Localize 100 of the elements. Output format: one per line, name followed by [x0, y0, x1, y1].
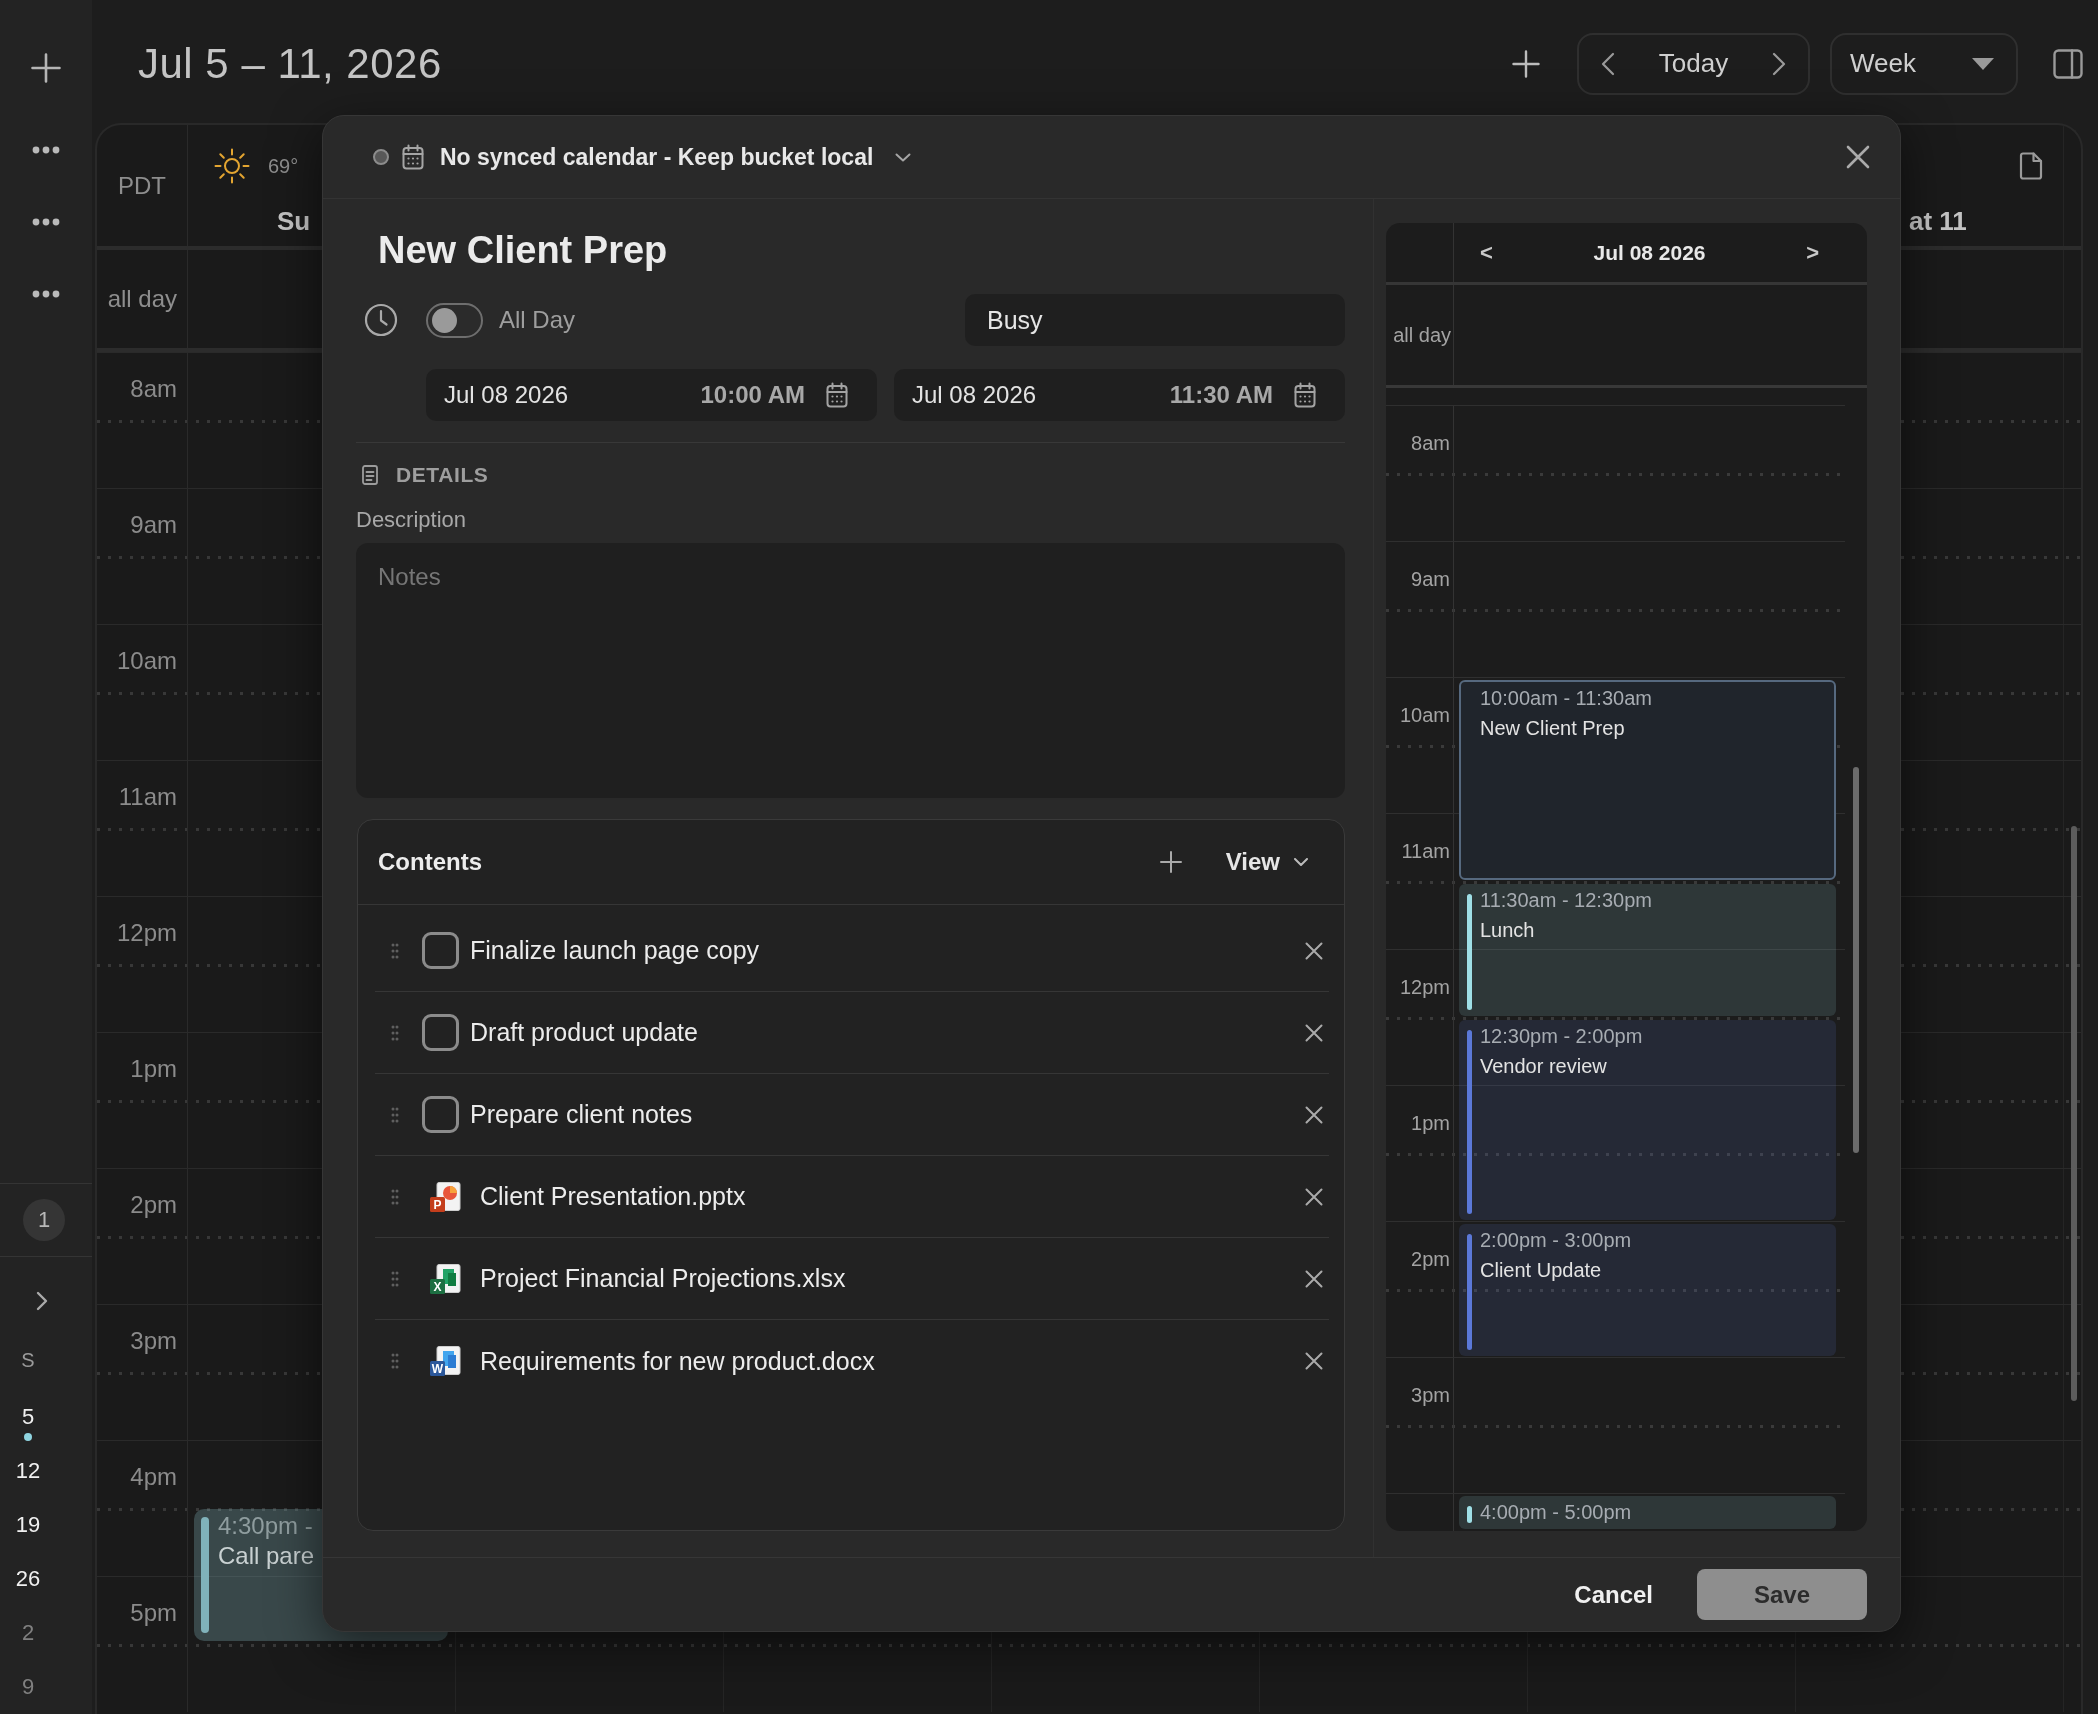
temperature-text: 69° [268, 154, 299, 178]
more-icon[interactable] [32, 146, 60, 154]
hour-label: 3pm [130, 1327, 177, 1354]
calendar-day[interactable]: 5 [21, 1405, 35, 1429]
close-icon[interactable] [1305, 941, 1323, 960]
hour-label: 12pm [116, 919, 177, 946]
hour-label: 1pm [1411, 1112, 1450, 1134]
status-dot-icon [373, 149, 389, 165]
file-name[interactable]: Client Presentation.pptx [480, 1182, 746, 1211]
all-day-toggle[interactable] [426, 302, 483, 338]
hour-label: 4pm [130, 1463, 177, 1490]
clock-icon [364, 303, 398, 337]
checkbox[interactable] [422, 1096, 459, 1133]
event-title: Lunch [1480, 918, 1535, 943]
date-range-title: Jul 5 – 11, 2026 [138, 39, 442, 88]
scrollbar-thumb[interactable] [2071, 826, 2077, 1401]
calendar-icon[interactable] [826, 382, 848, 408]
chevron-left-icon[interactable] [1601, 51, 1615, 76]
all-day-label: all day [1393, 323, 1451, 347]
calendar-day[interactable]: 19 [15, 1513, 41, 1537]
document-icon [362, 465, 378, 485]
file-name[interactable]: Project Financial Projections.xlsx [480, 1264, 846, 1293]
hour-label: 8am [130, 375, 177, 402]
notes-field[interactable]: Notes [356, 543, 1345, 798]
hour-label: 10am [1399, 704, 1450, 726]
chevron-right-icon[interactable] [1772, 51, 1786, 76]
drag-handle-icon[interactable] [391, 1188, 399, 1205]
previous-day-button[interactable]: < [1480, 239, 1493, 266]
day-view-date: Jul 08 2026 [1593, 240, 1706, 265]
end-datetime-field[interactable]: Jul 08 2026 11:30 AM [894, 369, 1345, 421]
hour-label: 10am [116, 647, 177, 674]
checkbox[interactable] [422, 1014, 459, 1051]
calendar-day[interactable]: 9 [21, 1675, 35, 1699]
event-time: 2:00pm - 3:00pm [1480, 1228, 1632, 1253]
chevron-right-icon[interactable] [36, 1291, 48, 1311]
details-heading: DETAILS [396, 463, 489, 487]
dialog-title[interactable]: New Client Prep [378, 226, 668, 274]
file-name[interactable]: Requirements for new product.docx [480, 1346, 875, 1376]
event-block[interactable]: 12:30pm - 2:00pm Vendor review [1459, 1020, 1836, 1220]
hour-label: 3pm [1411, 1384, 1450, 1406]
time-text: 10:00 AM [700, 381, 805, 409]
plus-icon[interactable] [1512, 49, 1540, 78]
close-icon[interactable] [1305, 1269, 1323, 1288]
next-day-button[interactable]: > [1806, 239, 1819, 266]
all-day-label: All Day [499, 306, 576, 334]
plus-icon[interactable] [31, 53, 61, 83]
hour-label: 8am [1411, 432, 1450, 454]
sun-icon [214, 148, 250, 184]
event-block[interactable]: 4:00pm - 5:00pm [1459, 1496, 1836, 1529]
hour-label: 2pm [130, 1191, 177, 1218]
more-icon[interactable] [32, 290, 60, 298]
calendar-day[interactable]: 26 [15, 1567, 41, 1591]
close-icon[interactable] [1305, 1105, 1323, 1124]
view-select[interactable]: Week [1830, 32, 2018, 95]
plus-icon[interactable] [1159, 851, 1182, 873]
panel-icon[interactable] [2053, 48, 2083, 79]
close-icon[interactable] [1305, 1187, 1323, 1206]
all-day-label: all day [107, 285, 177, 313]
close-icon[interactable] [1305, 1023, 1323, 1042]
close-icon[interactable] [1846, 145, 1870, 169]
calendar-day[interactable]: 12 [15, 1459, 41, 1483]
drag-handle-icon[interactable] [391, 942, 399, 959]
event-time: 4:30pm - [218, 1511, 313, 1541]
event-block[interactable]: 2:00pm - 3:00pm Client Update [1459, 1224, 1836, 1356]
date-text: Jul 08 2026 [912, 381, 1037, 409]
checkbox[interactable] [422, 932, 459, 969]
note-icon[interactable] [2019, 152, 2043, 180]
close-icon[interactable] [1305, 1352, 1323, 1370]
task-label: Prepare client notes [470, 1100, 693, 1129]
chevron-down-icon [1294, 858, 1308, 866]
availability-select[interactable]: Busy [965, 294, 1345, 346]
today-button[interactable]: Today [1658, 48, 1729, 79]
chevron-down-icon [895, 152, 912, 162]
draft-event-block[interactable]: 10:00am - 11:30am New Client Prep [1459, 680, 1836, 880]
hour-label: 12pm [1399, 976, 1450, 998]
event-title: New Client Prep [1480, 716, 1625, 741]
view-button[interactable]: View [1225, 848, 1308, 876]
more-icon[interactable] [32, 218, 60, 226]
drag-handle-icon[interactable] [391, 1353, 399, 1369]
count-badge[interactable]: 1 [23, 1199, 65, 1241]
hour-label: 1pm [130, 1055, 177, 1082]
caret-icon [1972, 57, 1994, 70]
event-time: 4:00pm - 5:00pm [1480, 1500, 1632, 1525]
calendar-icon [402, 144, 424, 170]
scrollbar-thumb[interactable] [1853, 767, 1859, 1153]
contents-heading: Contents [378, 848, 482, 876]
cancel-button[interactable]: Cancel [1574, 1580, 1653, 1609]
event-title: Vendor review [1480, 1054, 1607, 1079]
day-header-label: at 11 [1909, 206, 1967, 236]
event-title: Call pare [218, 1541, 315, 1571]
hour-label: 11am [1401, 840, 1450, 862]
drag-handle-icon[interactable] [391, 1106, 399, 1123]
description-label: Description [356, 507, 467, 533]
drag-handle-icon[interactable] [391, 1024, 399, 1041]
calendar-day[interactable]: 2 [21, 1621, 35, 1645]
drag-handle-icon[interactable] [391, 1270, 399, 1287]
calendar-select[interactable]: No synced calendar - Keep bucket local [440, 143, 912, 171]
calendar-icon[interactable] [1294, 382, 1316, 408]
event-block[interactable]: 11:30am - 12:30pm Lunch [1459, 884, 1836, 1016]
start-datetime-field[interactable]: Jul 08 2026 10:00 AM [426, 369, 877, 421]
